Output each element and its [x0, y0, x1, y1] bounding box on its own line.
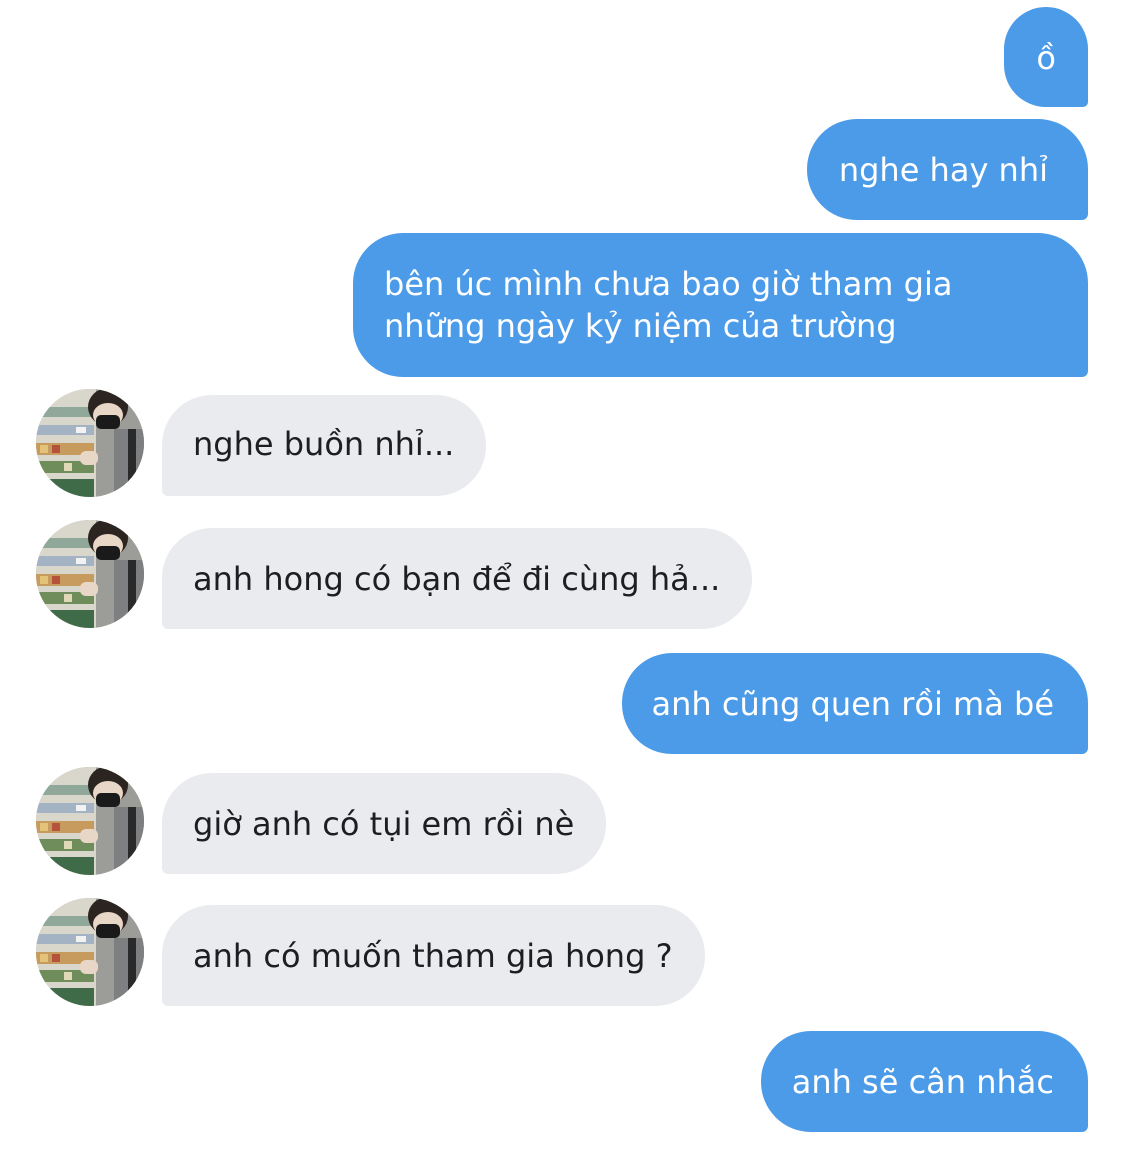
- avatar-photo-icon: [36, 898, 144, 1006]
- message-bubble-received[interactable]: anh hong có bạn để đi cùng hả...: [162, 528, 753, 629]
- message-bubble-sent[interactable]: bên úc mình chưa bao giờ tham gia những …: [353, 233, 1088, 377]
- message-bubble-received[interactable]: giờ anh có tụi em rồi nè: [162, 773, 607, 874]
- message-text: giờ anh có tụi em rồi nè: [193, 805, 575, 843]
- avatar-photo-icon: [36, 389, 144, 497]
- contact-avatar[interactable]: [36, 767, 144, 875]
- message-text: nghe buồn nhỉ...: [193, 425, 455, 463]
- message-bubble-received[interactable]: anh có muốn tham gia hong ?: [162, 905, 705, 1006]
- message-text: nghe hay nhỉ: [838, 151, 1048, 189]
- message-bubble-sent[interactable]: anh cũng quen rồi mà bé: [621, 653, 1088, 754]
- message-bubble-sent[interactable]: ồ: [1004, 7, 1088, 107]
- avatar-photo-icon: [36, 520, 144, 628]
- message-text-line: bên úc mình chưa bao giờ tham gia: [384, 265, 953, 303]
- contact-avatar[interactable]: [36, 389, 144, 497]
- contact-avatar[interactable]: [36, 898, 144, 1006]
- message-text: ồ: [1036, 39, 1056, 77]
- message-text-line: những ngày kỷ niệm của trường: [384, 307, 897, 345]
- message-text: anh cũng quen rồi mà bé: [651, 685, 1054, 723]
- avatar-photo-icon: [36, 767, 144, 875]
- message-bubble-received[interactable]: nghe buồn nhỉ...: [162, 395, 487, 496]
- contact-avatar[interactable]: [36, 520, 144, 628]
- message-text: anh sẽ cân nhắc: [791, 1063, 1054, 1101]
- message-bubble-sent[interactable]: nghe hay nhỉ: [806, 119, 1088, 220]
- message-bubble-sent[interactable]: anh sẽ cân nhắc: [760, 1031, 1088, 1132]
- message-text: anh có muốn tham gia hong ?: [193, 937, 673, 975]
- message-text: anh hong có bạn để đi cùng hả...: [193, 560, 721, 598]
